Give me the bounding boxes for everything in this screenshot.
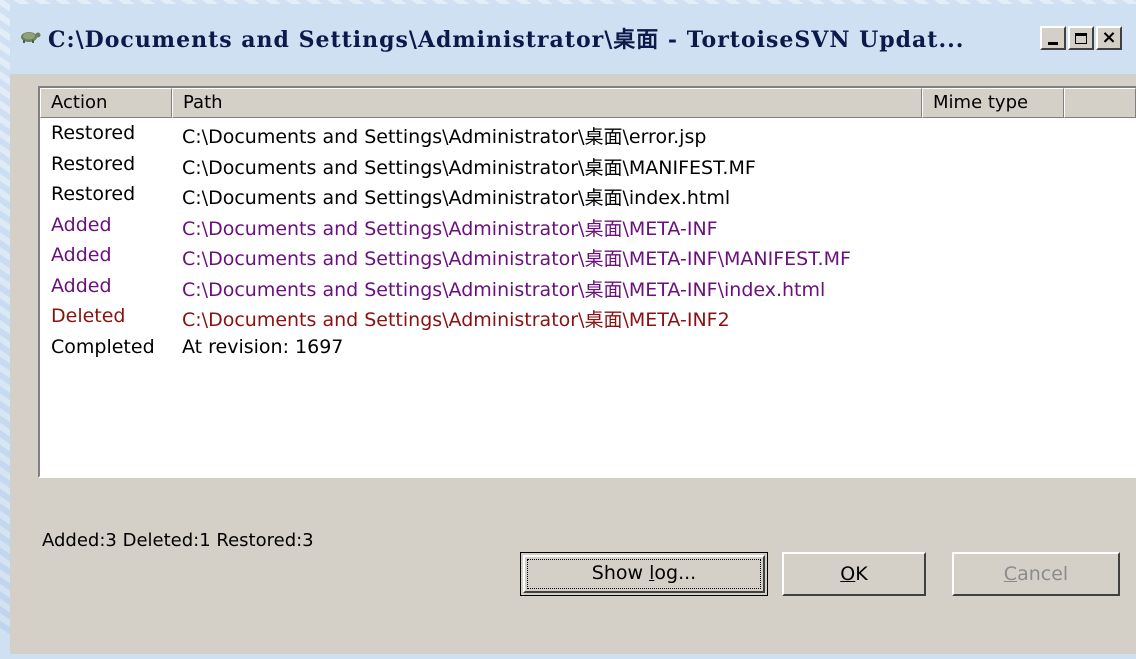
cancel-accelerator: C (1003, 563, 1018, 585)
list-row[interactable]: Restored C:\Documents and Settings\Admin… (40, 151, 1136, 182)
list-row[interactable]: Added C:\Documents and Settings\Administ… (40, 212, 1136, 243)
maximize-button[interactable] (1068, 26, 1094, 50)
cancel-label-post: ancel (1017, 563, 1069, 585)
show-log-label: Show log... (592, 562, 696, 584)
dialog-client-area: Action Path Mime type Restored C:\Docume… (10, 74, 1136, 654)
row-action: Restored (51, 122, 136, 144)
row-path: C:\Documents and Settings\Administrator\… (182, 217, 718, 240)
row-path: C:\Documents and Settings\Administrator\… (182, 187, 731, 209)
row-action: Restored (51, 152, 136, 175)
show-log-label-pre: Show (591, 562, 650, 584)
list-row[interactable]: Restored C:\Documents and Settings\Admin… (40, 120, 1136, 151)
ok-label-post: K (855, 563, 868, 585)
show-log-button[interactable]: Show log... (520, 552, 768, 596)
row-action: Restored (51, 183, 136, 205)
column-header-filler (1064, 88, 1136, 118)
close-icon: × (1101, 27, 1117, 48)
tortoisesvn-icon (18, 28, 42, 44)
column-header-mime-type[interactable]: Mime type (922, 88, 1064, 118)
row-path: C:\Documents and Settings\Administrator\… (182, 248, 851, 270)
close-button[interactable]: × (1096, 26, 1122, 50)
list-header: Action Path Mime type (40, 88, 1136, 118)
ok-accelerator: O (840, 563, 856, 585)
row-action: Added (51, 274, 112, 297)
list-row[interactable]: Added C:\Documents and Settings\Administ… (40, 242, 1136, 273)
results-list[interactable]: Action Path Mime type Restored C:\Docume… (38, 86, 1136, 478)
list-row[interactable]: Completed At revision: 1697 (40, 334, 1136, 365)
ok-button[interactable]: OK (782, 552, 926, 596)
window-title: C:\Documents and Settings\Administrator\… (48, 27, 965, 53)
list-row[interactable]: Restored C:\Documents and Settings\Admin… (40, 181, 1136, 212)
cancel-button: Cancel (952, 552, 1120, 596)
minimize-button[interactable] (1040, 26, 1066, 50)
row-action: Added (51, 213, 112, 236)
row-action: Added (51, 244, 112, 266)
update-dialog: C:\Documents and Settings\Administrator\… (10, 4, 1136, 654)
summary-text: Added:3 Deleted:1 Restored:3 (42, 530, 314, 551)
column-header-path[interactable]: Path (172, 88, 922, 118)
title-bar[interactable]: C:\Documents and Settings\Administrator\… (10, 4, 1136, 74)
row-action: Deleted (51, 305, 126, 327)
row-path: At revision: 1697 (182, 335, 344, 358)
row-path: C:\Documents and Settings\Administrator\… (182, 309, 730, 331)
minimize-icon (1048, 41, 1058, 45)
show-log-label-post: og... (654, 562, 697, 584)
maximize-icon (1075, 32, 1087, 44)
row-action: Completed (51, 335, 155, 358)
list-row[interactable]: Added C:\Documents and Settings\Administ… (40, 273, 1136, 304)
row-path: C:\Documents and Settings\Administrator\… (182, 156, 756, 179)
row-path: C:\Documents and Settings\Administrator\… (182, 126, 707, 148)
list-rows: Restored C:\Documents and Settings\Admin… (40, 120, 1136, 364)
row-path: C:\Documents and Settings\Administrator\… (182, 278, 826, 301)
column-header-action[interactable]: Action (40, 88, 172, 118)
list-row[interactable]: Deleted C:\Documents and Settings\Admini… (40, 303, 1136, 334)
